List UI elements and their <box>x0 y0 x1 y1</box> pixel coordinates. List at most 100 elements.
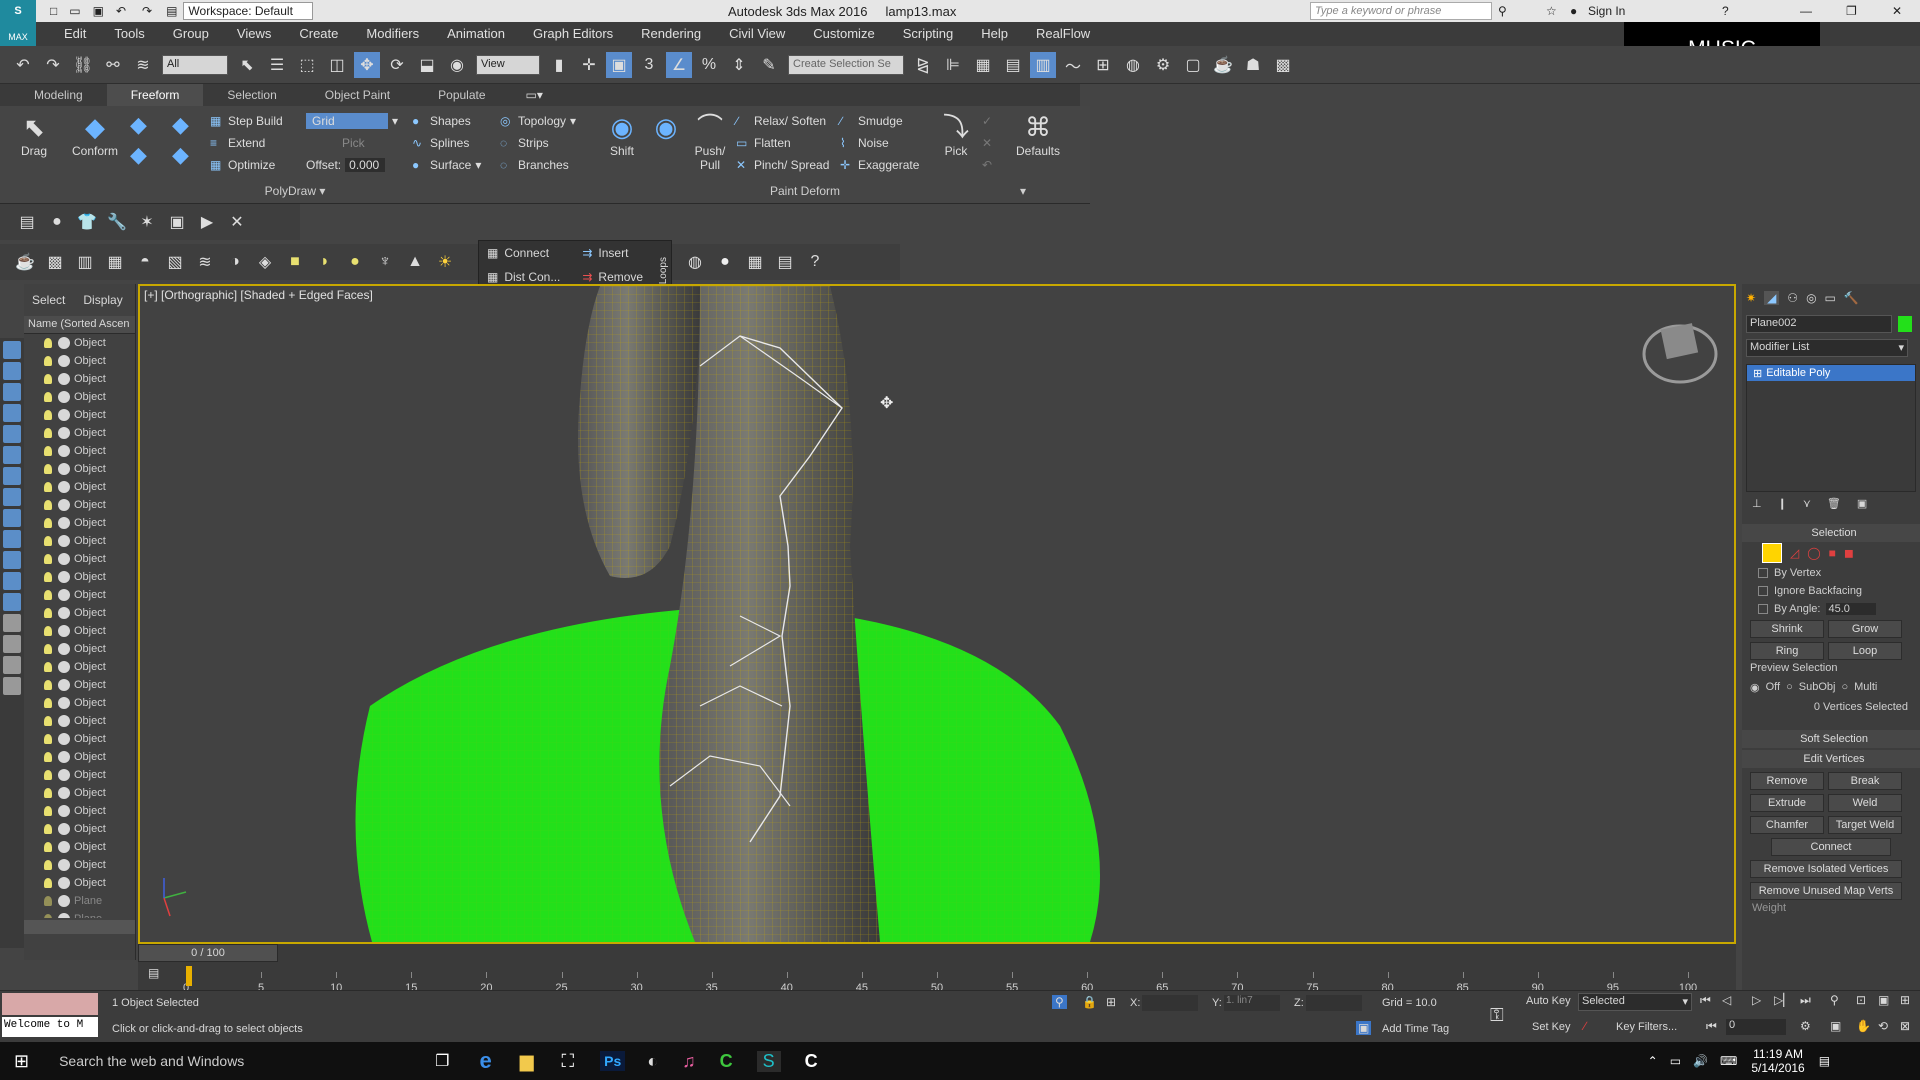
scene-explorer-row[interactable]: Object <box>24 352 135 370</box>
light-bulb-icon[interactable] <box>44 338 52 348</box>
time-config-icon[interactable]: ⚙ <box>1800 1019 1811 1033</box>
key-mode-icon[interactable]: ⏮ <box>1706 1019 1717 1034</box>
freeze-icon[interactable] <box>58 373 70 385</box>
menu-rendering[interactable]: Rendering <box>627 22 715 46</box>
pan-icon[interactable]: ✋ <box>1856 1019 1871 1033</box>
percent-snap-icon[interactable]: % <box>696 52 722 78</box>
freeze-icon[interactable] <box>58 751 70 763</box>
brush-icon[interactable]: ◆ <box>172 142 210 168</box>
render-setup-icon[interactable]: ⚙ <box>1150 52 1176 78</box>
display-xrefs-icon[interactable] <box>3 509 21 527</box>
edit-named-sel-icon[interactable]: ✎ <box>756 52 782 78</box>
light-bulb-icon[interactable] <box>44 770 52 780</box>
freeze-icon[interactable] <box>58 877 70 889</box>
polydraw-panel-label[interactable]: PolyDraw ▾ <box>0 184 590 198</box>
by-angle-spinner[interactable]: 45.0 <box>1826 603 1877 615</box>
dome-icon[interactable]: ◗ <box>312 249 338 275</box>
manipulate-icon[interactable]: ✛ <box>576 52 602 78</box>
rotate-obj-icon[interactable]: ◑ <box>222 249 248 275</box>
grid-view-icon[interactable]: ▥ <box>72 249 98 275</box>
undo-icon[interactable]: ↶ <box>10 52 36 78</box>
grow-button[interactable]: Grow <box>1828 620 1902 638</box>
preview-multi-radio[interactable]: ○ <box>1841 681 1848 693</box>
scene-explorer-row[interactable]: Object <box>24 532 135 550</box>
sign-in-link[interactable]: Sign In <box>1588 4 1625 18</box>
light-bulb-icon[interactable] <box>44 752 52 762</box>
keyboard-shortcut-icon[interactable]: ▣ <box>606 51 632 78</box>
make-unique-icon[interactable]: ⋎ <box>1803 497 1811 510</box>
loops-remove-button[interactable]: Remove <box>598 270 643 284</box>
weld-vertex-button[interactable]: Weld <box>1828 794 1902 812</box>
remove-modifier-icon[interactable]: 🗑 <box>1827 497 1841 510</box>
light-bulb-icon[interactable] <box>44 536 52 546</box>
spark-icon[interactable]: ✶ <box>134 209 160 235</box>
splines-button[interactable]: ∿ Splines <box>412 132 500 154</box>
scene-explorer-row[interactable]: Object <box>24 568 135 586</box>
display-invert-icon[interactable] <box>3 635 21 653</box>
display-helpers-icon[interactable] <box>3 446 21 464</box>
find-icon[interactable] <box>3 677 21 695</box>
bind-space-warp-icon[interactable]: ≋ <box>130 52 156 78</box>
edge-mode-icon[interactable]: ◿ <box>1790 546 1799 560</box>
light-bulb-icon[interactable] <box>44 572 52 582</box>
freeze-icon[interactable] <box>58 391 70 403</box>
display-frozen-icon[interactable] <box>3 572 21 590</box>
light-bulb-icon[interactable] <box>44 428 52 438</box>
soft-selection-rollout-header[interactable]: Soft Selection <box>1742 730 1920 748</box>
task-view-icon[interactable]: ❐ <box>435 1051 449 1071</box>
scene-explorer-row[interactable]: Object <box>24 874 135 892</box>
cloth-icon[interactable]: ◈ <box>252 249 278 275</box>
surface-button[interactable]: ● Surface ▾ <box>412 154 500 176</box>
light-bulb-icon[interactable] <box>44 644 52 654</box>
freeze-icon[interactable] <box>58 787 70 799</box>
layer-explorer-icon[interactable]: ▦ <box>970 52 996 78</box>
light-bulb-icon[interactable] <box>44 518 52 528</box>
ring-button[interactable]: Ring <box>1750 642 1824 660</box>
freeze-icon[interactable] <box>58 625 70 637</box>
light-bulb-icon[interactable] <box>44 788 52 798</box>
loop-button[interactable]: Loop <box>1828 642 1902 660</box>
border-mode-icon[interactable]: ◯ <box>1807 546 1820 560</box>
help-icon[interactable]: ? <box>1722 4 1729 18</box>
freeze-icon[interactable] <box>58 769 70 781</box>
ribbon-tab-populate[interactable]: Populate <box>414 84 509 106</box>
scene-explorer-row[interactable]: Plane <box>24 910 135 918</box>
3dsmax-taskbar-icon[interactable]: S <box>756 1050 781 1072</box>
modify-tab-icon[interactable]: ◢ <box>1764 291 1780 305</box>
absolute-mode-icon[interactable]: ⊞ <box>1106 995 1116 1009</box>
photoshop-icon[interactable]: Ps <box>600 1051 626 1071</box>
play-icon[interactable]: ▷ <box>1752 993 1761 1007</box>
scene-explorer-select-tab[interactable]: Select <box>32 293 65 307</box>
strips-button[interactable]: ◌ Strips <box>500 132 596 154</box>
offset-spinner[interactable]: Offset: 0.000 <box>306 154 412 176</box>
branches-button[interactable]: ◌ Branches <box>500 154 596 176</box>
menu-graph-editors[interactable]: Graph Editors <box>519 22 627 46</box>
light-bulb-icon[interactable] <box>44 554 52 564</box>
z-coord-field[interactable] <box>1306 995 1362 1011</box>
ribbon-tab-freeform[interactable]: Freeform <box>106 84 204 106</box>
connect-vertex-button[interactable]: Connect <box>1771 838 1891 856</box>
light-bulb-icon[interactable] <box>44 698 52 708</box>
light-bulb-icon[interactable] <box>44 626 52 636</box>
remove-isolated-button[interactable]: Remove Isolated Vertices <box>1750 860 1902 878</box>
scene-explorer-row[interactable]: Object <box>24 730 135 748</box>
app-logo[interactable]: S <box>0 0 36 22</box>
scale-icon[interactable]: ⬓ <box>414 52 440 78</box>
shapes-button[interactable]: ● Shapes <box>412 110 500 132</box>
by-angle-checkbox[interactable] <box>1758 604 1768 614</box>
light-bulb-icon[interactable] <box>44 878 52 888</box>
freeze-icon[interactable] <box>58 481 70 493</box>
menu-group[interactable]: Group <box>159 22 223 46</box>
material-editor-icon[interactable]: ◍ <box>1120 52 1146 78</box>
auto-key-selection-dropdown[interactable]: Selected ▾ <box>1578 993 1692 1011</box>
break-vertex-button[interactable]: Break <box>1828 772 1902 790</box>
scene-explorer-row[interactable]: Object <box>24 640 135 658</box>
set-key-button[interactable]: Set Key <box>1532 1021 1571 1033</box>
by-vertex-checkbox[interactable] <box>1758 568 1768 578</box>
viewcube[interactable] <box>1642 323 1718 384</box>
freeze-icon[interactable] <box>58 643 70 655</box>
a360-icon[interactable]: ▩ <box>1270 52 1296 78</box>
loops-connect-button[interactable]: Connect <box>504 246 582 260</box>
zoom-extents-icon[interactable]: ▣ <box>1878 993 1889 1007</box>
display-bones-icon[interactable] <box>3 530 21 548</box>
